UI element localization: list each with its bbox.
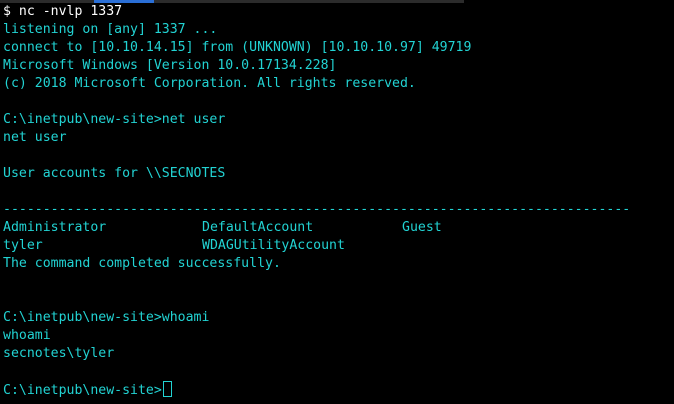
account-name: WDAGUtilityAccount [202,238,345,253]
prompt-whoami: C:\inetpub\new-site>whoami [3,310,210,325]
accounts-row: Administrator DefaultAccount Guest [3,219,442,237]
account-name: Guest [402,220,442,235]
command-completed-line: The command completed successfully. [3,256,281,271]
echo-whoami: whoami [3,328,51,343]
connection-line: connect to [10.10.14.15] from (UNKNOWN) … [3,40,472,55]
listening-line: listening on [any] 1337 ... [3,22,218,37]
listener-command-line: $ nc -nvlp 1337 [3,4,123,19]
accounts-row: tyler WDAGUtilityAccount [3,237,345,255]
account-name: Administrator [3,220,107,235]
current-prompt-line[interactable]: C:\inetpub\new-site> [3,381,172,399]
strip-segment-dark-2 [154,0,464,3]
copyright-line: (c) 2018 Microsoft Corporation. All righ… [3,76,416,91]
account-name: DefaultAccount [202,220,314,235]
whoami-result: secnotes\tyler [3,346,115,361]
account-name: tyler [3,238,43,253]
prompt-net-user: C:\inetpub\new-site>net user [3,112,226,127]
current-prompt: C:\inetpub\new-site> [3,383,162,398]
text-cursor[interactable] [162,381,172,397]
echo-net-user: net user [3,130,67,145]
accounts-separator: ----------------------------------------… [3,202,631,217]
accounts-header: User accounts for \\SECNOTES [3,166,226,181]
windows-version-line: Microsoft Windows [Version 10.0.17134.22… [3,58,337,73]
terminal-window[interactable]: $ nc -nvlp 1337 listening on [any] 1337 … [0,0,674,404]
